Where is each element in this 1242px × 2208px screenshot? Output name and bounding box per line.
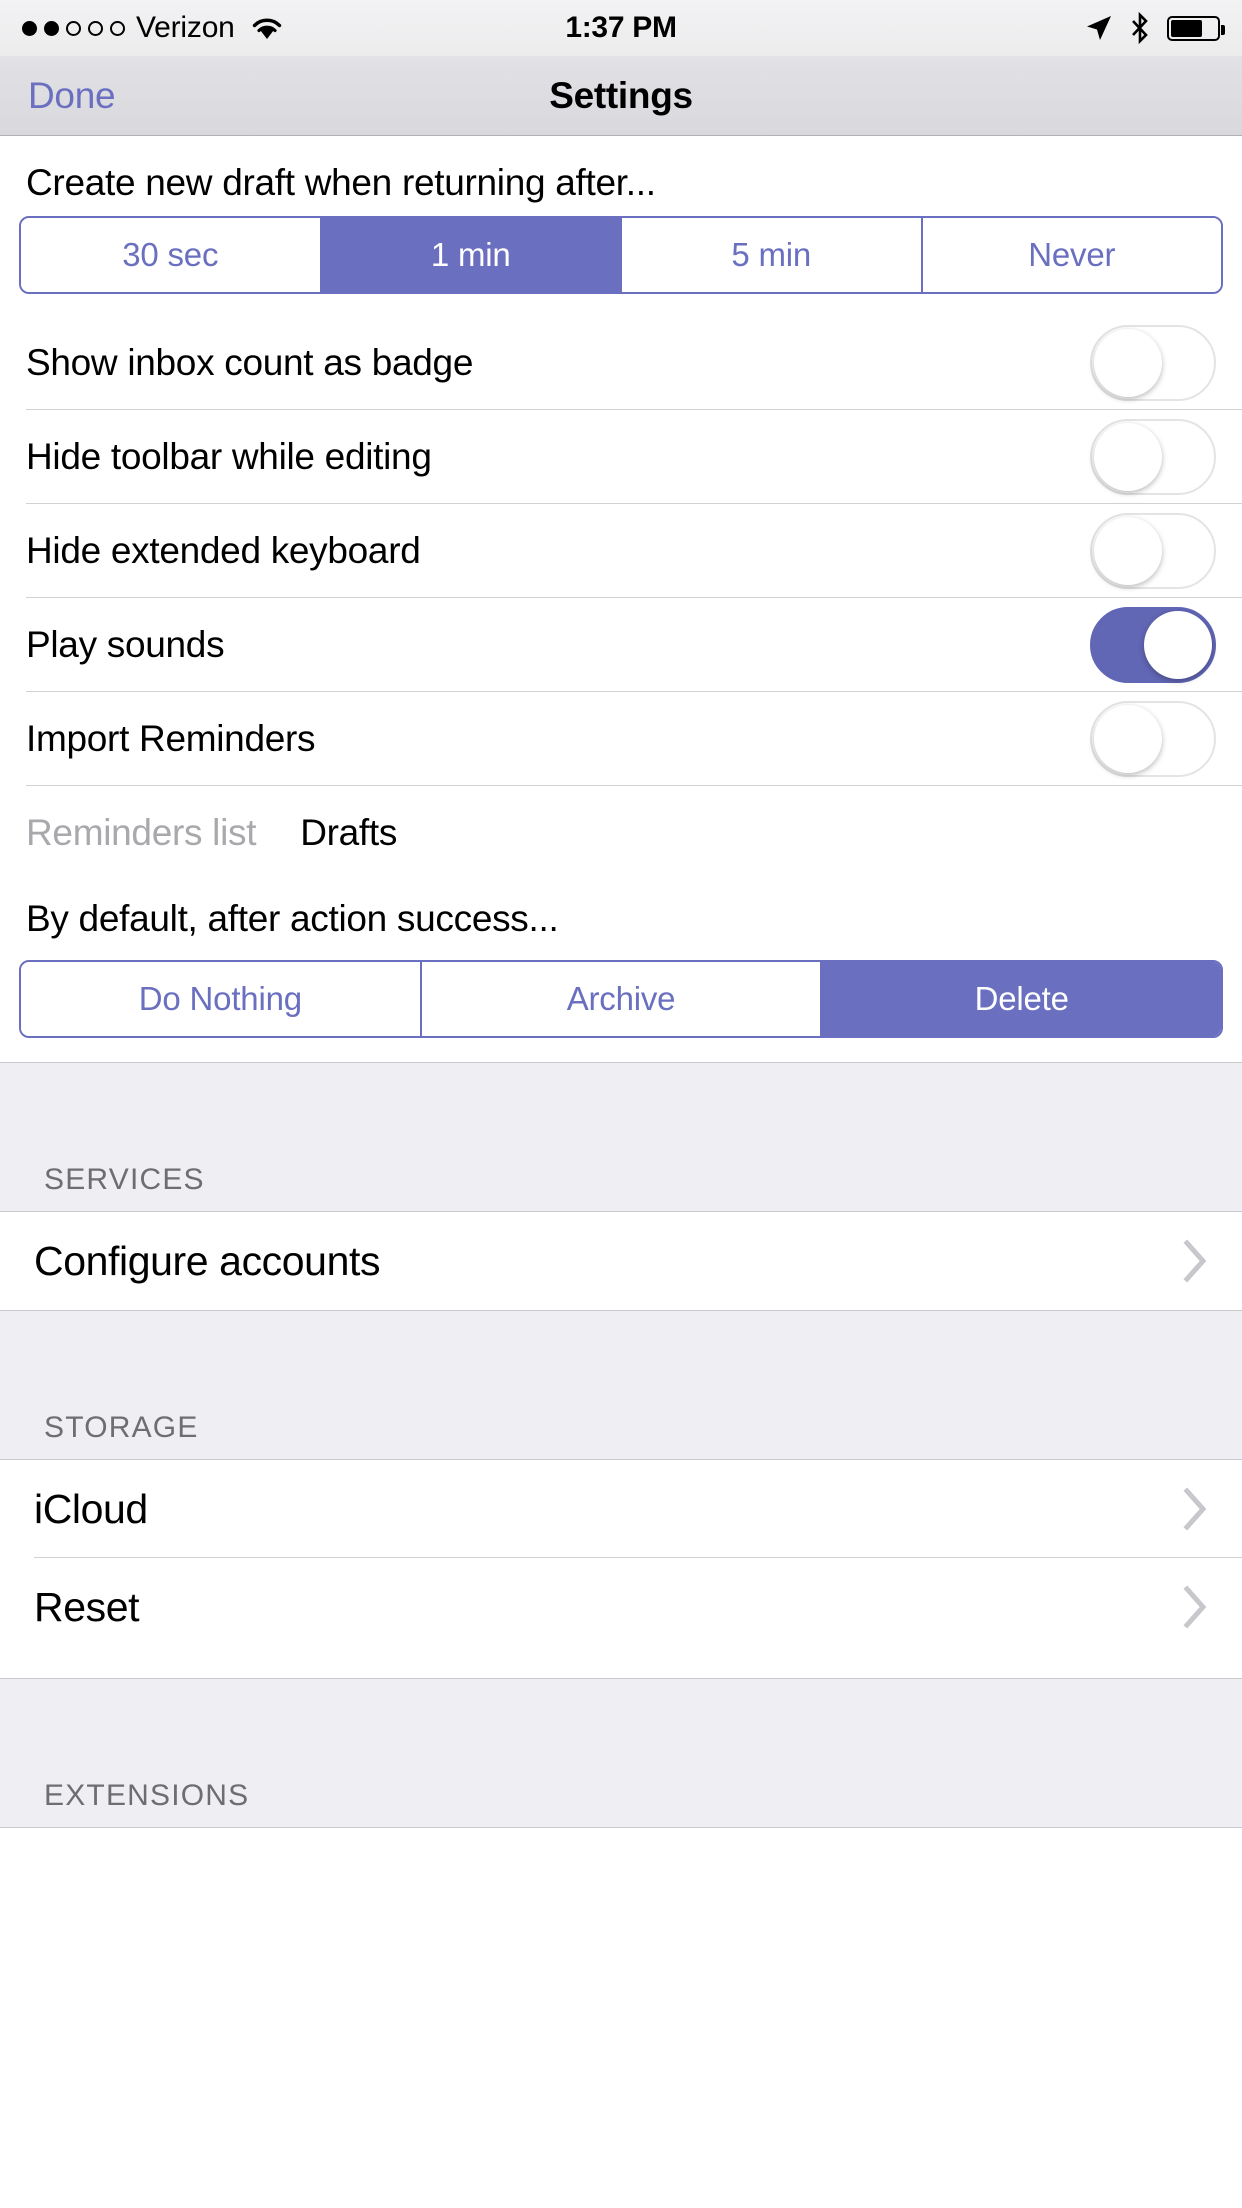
segment-do-nothing[interactable]: Do Nothing: [21, 962, 422, 1036]
toggle-hide-extended-keyboard[interactable]: [1090, 513, 1216, 589]
row-label-reset: Reset: [34, 1583, 140, 1630]
segment-5-min[interactable]: 5 min: [622, 218, 923, 292]
row-reset[interactable]: Reset: [0, 1558, 1242, 1656]
action-default-segmented-wrap: Do Nothing Archive Delete: [0, 946, 1242, 1038]
row-label-configure-accounts: Configure accounts: [34, 1237, 381, 1284]
row-label-import-reminders: Import Reminders: [26, 718, 316, 759]
settings-screen: Verizon 1:37 PM Done Settings Create new…: [0, 0, 1242, 2208]
segment-1-min[interactable]: 1 min: [321, 218, 622, 292]
action-section-caption: By default, after action success...: [26, 898, 559, 939]
battery-icon: [1167, 15, 1225, 41]
status-bar: Verizon 1:37 PM: [0, 0, 1242, 56]
location-arrow-icon: [1087, 16, 1111, 40]
navigation-bar: Done Settings: [0, 56, 1242, 136]
row-label-reminders-list: Reminders list: [26, 812, 257, 853]
status-bar-clock: 1:37 PM: [565, 11, 677, 44]
row-label-hide-toolbar: Hide toolbar while editing: [26, 436, 432, 477]
segment-30-sec[interactable]: 30 sec: [21, 218, 322, 292]
section-header-services-label: SERVICES: [44, 1163, 205, 1196]
section-header-extensions: EXTENSIONS: [0, 1678, 1242, 1828]
spacer: [0, 1038, 1242, 1062]
spacer: [0, 1656, 1242, 1678]
toggle-import-reminders[interactable]: [1090, 701, 1216, 777]
draft-timeout-segmented-control[interactable]: 30 sec 1 min 5 min Never: [19, 216, 1223, 294]
section-header-storage-label: STORAGE: [44, 1411, 199, 1444]
toggle-show-inbox-count[interactable]: [1090, 325, 1216, 401]
status-bar-right: [1085, 12, 1225, 44]
table-row[interactable]: Hide extended keyboard: [0, 504, 1242, 598]
table-row[interactable]: Hide toolbar while editing: [0, 410, 1242, 504]
bluetooth-icon: [1132, 12, 1148, 44]
reminders-list-row[interactable]: Reminders list Drafts: [0, 786, 1242, 880]
section-header-services: SERVICES: [0, 1062, 1242, 1212]
draft-section-caption: Create new draft when returning after...: [26, 162, 656, 203]
chevron-right-icon: [1183, 1487, 1207, 1531]
section-header-storage: STORAGE: [0, 1310, 1242, 1460]
table-row[interactable]: Show inbox count as badge: [0, 316, 1242, 410]
row-label-play-sounds: Play sounds: [26, 624, 225, 665]
section-header-extensions-label: EXTENSIONS: [44, 1779, 250, 1812]
segment-archive[interactable]: Archive: [421, 962, 823, 1036]
reminders-list-value: Drafts: [300, 812, 398, 853]
row-label-hide-extended-keyboard: Hide extended keyboard: [26, 530, 421, 571]
segment-never[interactable]: Never: [922, 218, 1221, 292]
table-row[interactable]: Play sounds: [0, 598, 1242, 692]
row-label-show-inbox-count: Show inbox count as badge: [26, 342, 474, 383]
draft-timeout-segmented-wrap: 30 sec 1 min 5 min Never: [0, 202, 1242, 294]
chevron-right-icon: [1183, 1585, 1207, 1629]
row-label-icloud: iCloud: [34, 1485, 148, 1532]
settings-list[interactable]: Create new draft when returning after...…: [0, 136, 1242, 2208]
row-icloud[interactable]: iCloud: [0, 1460, 1242, 1558]
toggle-hide-toolbar[interactable]: [1090, 419, 1216, 495]
action-default-segmented-control[interactable]: Do Nothing Archive Delete: [19, 960, 1223, 1038]
table-row[interactable]: Import Reminders: [0, 692, 1242, 786]
row-configure-accounts[interactable]: Configure accounts: [0, 1212, 1242, 1310]
toggle-play-sounds[interactable]: [1090, 607, 1216, 683]
segment-delete[interactable]: Delete: [822, 962, 1221, 1036]
page-title: Settings: [549, 74, 693, 116]
spacer: [0, 294, 1242, 316]
chevron-right-icon: [1183, 1239, 1207, 1283]
